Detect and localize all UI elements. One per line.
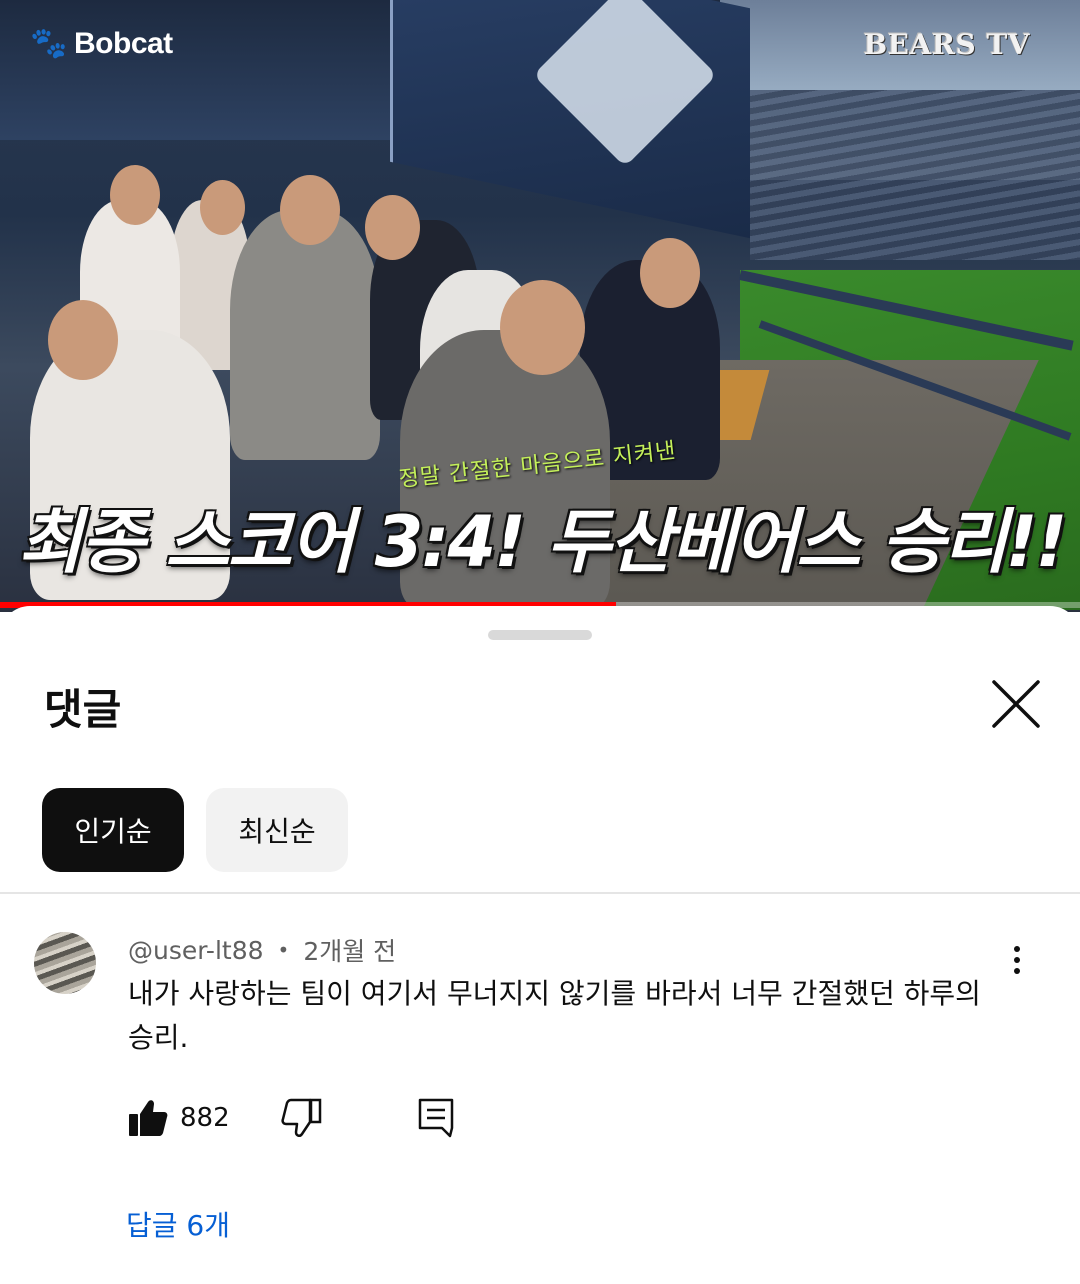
video-frame-player [230, 210, 380, 460]
channel-logo: BEARS TV [863, 28, 1030, 61]
bobcat-logo-icon: 🐾 [30, 26, 68, 61]
comment-actions: 882 [126, 1096, 458, 1140]
video-frame-head [48, 300, 118, 380]
video-frame-head [110, 165, 160, 225]
comments-title: 댓글 [44, 685, 122, 734]
replies-link[interactable]: 답글 6개 [126, 1204, 230, 1244]
video-frame-head [200, 180, 245, 235]
bobcat-logo: 🐾 Bobcat [30, 24, 173, 64]
comments-sheet: 댓글 인기순 최신순 @user-lt88 • 2개월 전 내가 사랑하는 팀이… [0, 606, 1080, 1284]
more-vertical-icon [1014, 968, 1020, 974]
dislike-button[interactable] [280, 1096, 324, 1140]
video-caption-title: 최종 스코어 3:4! 두산베어스 승리!! [18, 501, 1067, 583]
more-vertical-icon [1014, 957, 1020, 963]
thumbs-down-icon [281, 1098, 321, 1137]
video-frame-head [280, 175, 340, 245]
reply-button[interactable] [414, 1096, 458, 1140]
divider [0, 892, 1080, 894]
drag-handle[interactable] [488, 630, 592, 640]
sort-chip-popular[interactable]: 인기순 [42, 788, 184, 872]
thumbs-up-icon [129, 1100, 168, 1136]
sort-chip-newest[interactable]: 최신순 [206, 788, 348, 872]
comment-author[interactable]: @user-lt88 [128, 936, 264, 965]
avatar[interactable] [34, 932, 96, 994]
comment-time: 2개월 전 [303, 937, 397, 966]
video-frame-head [500, 280, 585, 375]
like-button[interactable] [126, 1096, 170, 1140]
reply-comment-icon [418, 1098, 453, 1138]
video-frame-stands [750, 90, 1080, 260]
video-frame-head [640, 238, 700, 308]
more-vertical-icon [1014, 946, 1020, 952]
comment-meta: @user-lt88 • 2개월 전 [128, 932, 396, 968]
bobcat-logo-text: Bobcat [74, 27, 173, 60]
video-frame-head [365, 195, 420, 260]
comment-text: 내가 사랑하는 팀이 여기서 무너지지 않기를 바라서 너무 간절했던 하루의 … [128, 977, 981, 1054]
video-frame-banner [390, 0, 750, 239]
video-player[interactable]: 🐾 Bobcat BEARS TV 정말 간절한 마음으로 지켜낸 최종 스코어… [0, 0, 1080, 612]
more-options-button[interactable] [1000, 940, 1034, 980]
meta-separator: • [277, 938, 290, 962]
close-button[interactable] [988, 676, 1044, 732]
close-icon [992, 680, 1040, 728]
like-count: 882 [180, 1103, 230, 1133]
